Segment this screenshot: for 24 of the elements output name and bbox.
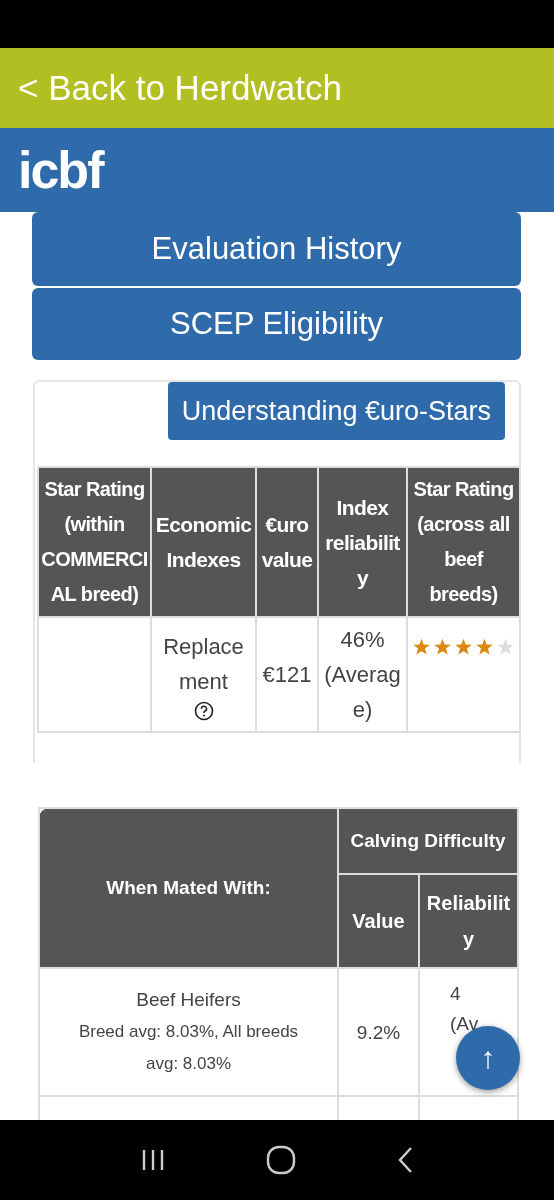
column-header: Star Rating (within COMMERCIAL breed) <box>38 467 151 617</box>
column-header: When Mated With: <box>39 808 338 968</box>
column-header: Calving Difficulty <box>338 808 518 874</box>
table-cell-text: Replacement <box>162 632 245 696</box>
table-cell: €121 <box>262 662 312 687</box>
column-header: Reliability <box>419 874 518 968</box>
recent-apps-icon[interactable] <box>140 1148 166 1172</box>
column-header: €uro value <box>256 467 318 617</box>
table-cell-text: Beef Heifers <box>135 988 242 1012</box>
nav-button[interactable]: Evaluation History <box>32 212 521 286</box>
table-cell: 9.2% <box>356 1021 401 1043</box>
column-header: Star Rating (across all beef breeds) <box>407 467 520 617</box>
home-icon[interactable] <box>266 1145 296 1175</box>
column-header: Value <box>338 874 419 968</box>
table-cell: 46% (Average) <box>324 627 401 722</box>
table-cell-text: Breed avg: 8.03%, All breeds avg: 8.03% <box>77 1021 300 1075</box>
column-header: Economic Indexes <box>151 467 256 617</box>
help-icon[interactable] <box>193 700 214 721</box>
understanding-button[interactable]: Understanding €uro-Stars <box>167 382 505 440</box>
column-header: Index reliability <box>318 467 407 617</box>
nav-button[interactable]: SCEP Eligibility <box>32 288 521 360</box>
logo: icbf <box>18 144 103 196</box>
back-icon[interactable] <box>396 1146 414 1174</box>
table-cell-text: 4 <box>450 982 462 1006</box>
